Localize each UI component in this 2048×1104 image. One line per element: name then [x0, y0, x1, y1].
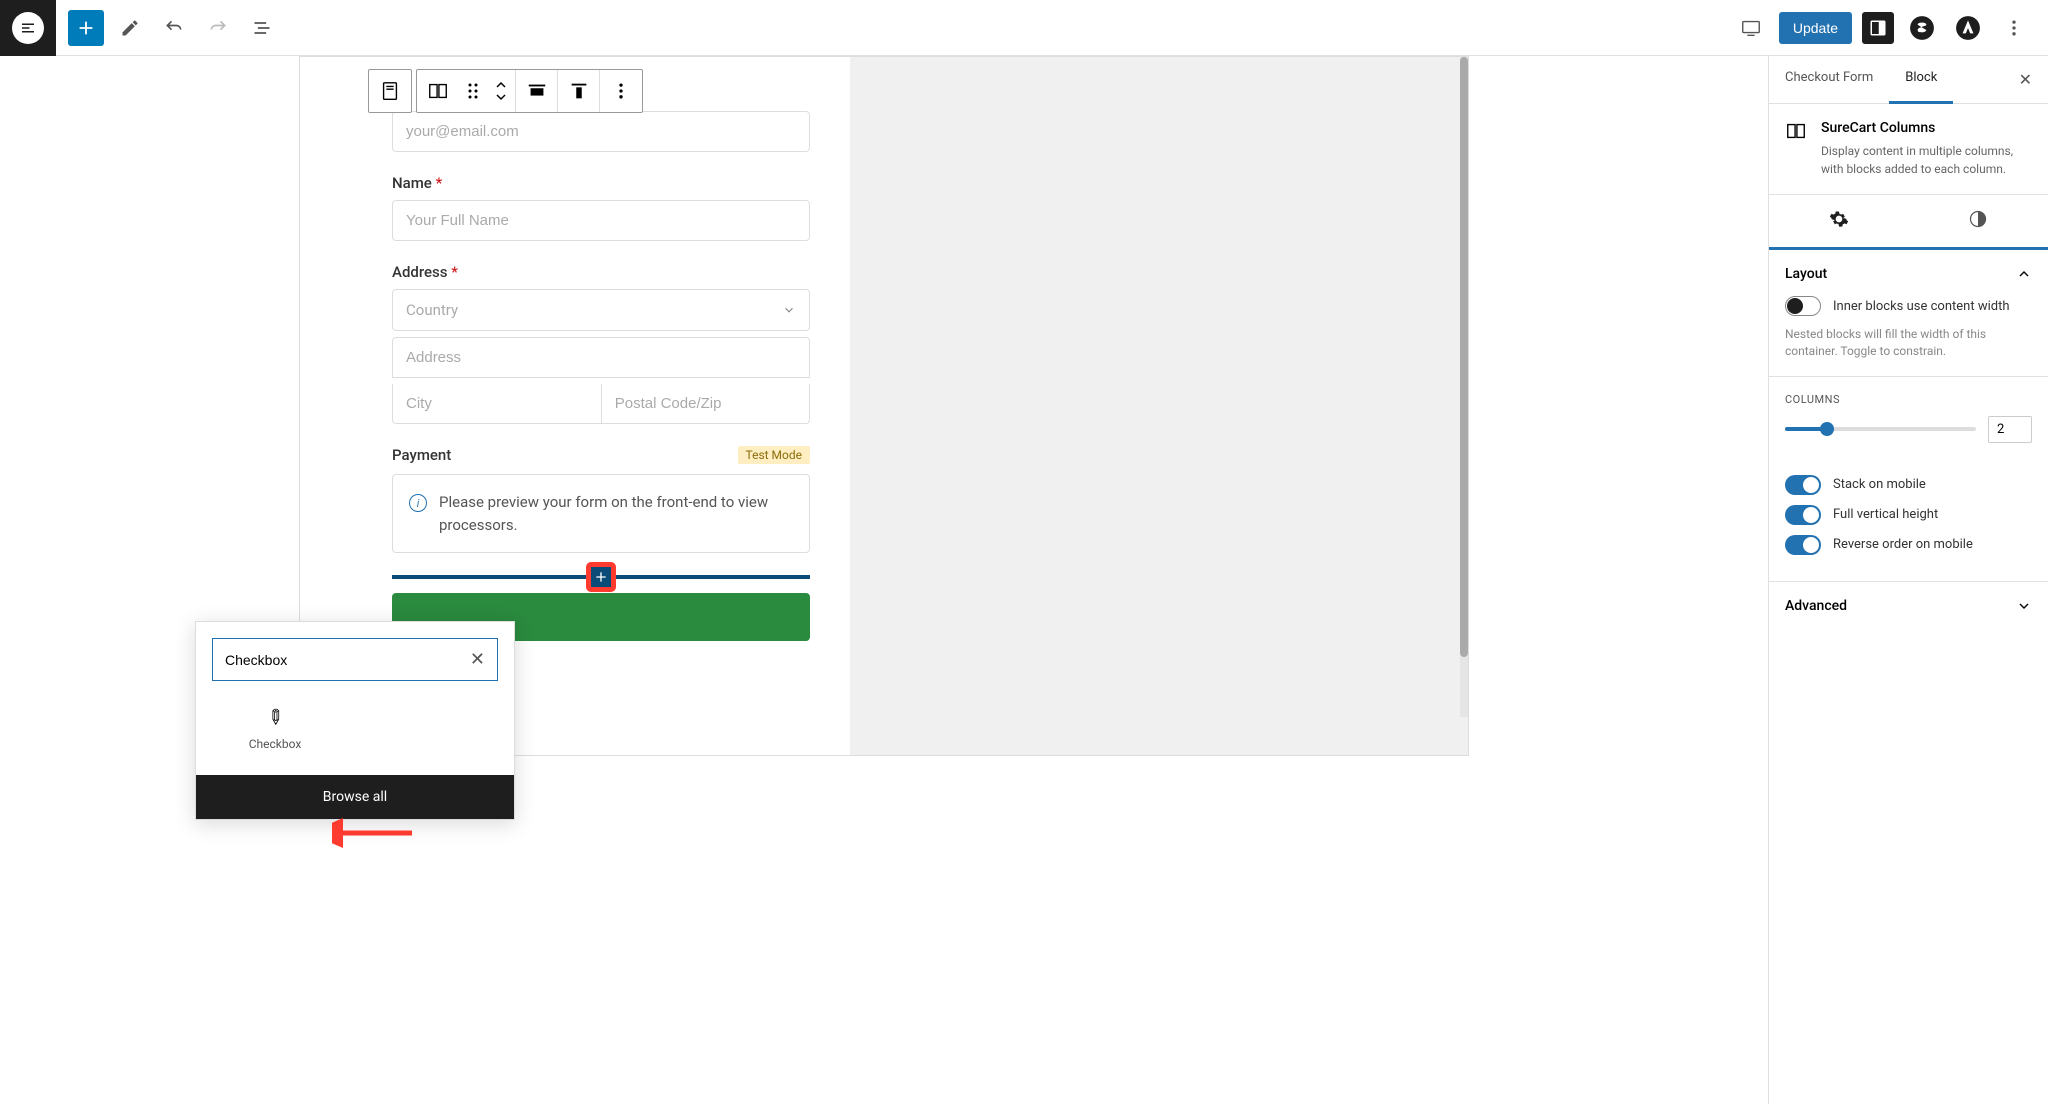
email-field[interactable] — [392, 111, 810, 152]
block-title: SureCart Columns — [1821, 120, 2032, 136]
settings-sidebar: Checkout Form Block ✕ SureCart Columns D… — [1768, 56, 2048, 1104]
settings-tab[interactable] — [1769, 195, 1909, 247]
drag-handle-icon[interactable] — [459, 70, 487, 112]
logo-icon — [12, 12, 44, 44]
block-description: Display content in multiple columns, wit… — [1821, 142, 2032, 178]
test-mode-badge: Test Mode — [738, 446, 811, 464]
tab-checkout-form[interactable]: Checkout Form — [1769, 56, 1889, 103]
update-button[interactable]: Update — [1779, 12, 1852, 44]
block-toolbar — [368, 69, 412, 113]
editor-area: Name * Address * Country — [0, 56, 1768, 1104]
clear-search-icon[interactable]: ✕ — [470, 649, 485, 670]
settings-toggle-button[interactable] — [1862, 12, 1894, 44]
plus-icon — [593, 569, 609, 585]
country-select[interactable]: Country — [392, 289, 810, 331]
block-result-checkbox[interactable]: ✎ Checkbox — [230, 705, 320, 751]
astra-icon[interactable] — [1950, 10, 1986, 46]
block-inserter-popover: ✕ ✎ Checkbox Browse all — [195, 621, 515, 820]
editor-scrollbar[interactable] — [1460, 57, 1468, 717]
columns-panel: COLUMNS 2 — [1769, 377, 2048, 459]
block-info-card: SureCart Columns Display content in mult… — [1769, 104, 2048, 195]
chevron-up-icon — [2016, 266, 2032, 282]
inner-width-toggle-row: Inner blocks use content width — [1785, 296, 2032, 316]
edit-icon[interactable] — [112, 10, 148, 46]
columns-slider[interactable] — [1785, 427, 1976, 431]
address-label: Address * — [392, 263, 810, 281]
inserter-search-input[interactable] — [225, 652, 470, 668]
columns-label: COLUMNS — [1785, 393, 2032, 406]
block-type-button[interactable] — [417, 70, 459, 112]
payment-label: Payment — [392, 446, 451, 464]
stack-label: Stack on mobile — [1833, 477, 1926, 492]
address-field-group: Address * Country — [392, 263, 810, 424]
toolbar-left — [56, 10, 280, 46]
toolbar-right: Update — [1733, 10, 2048, 46]
main-layout: Name * Address * Country — [0, 56, 2048, 1104]
email-field-group — [392, 111, 810, 152]
inner-width-help: Nested blocks will fill the width of thi… — [1785, 326, 2032, 360]
columns-slider-row: 2 — [1785, 416, 2032, 443]
annotation-arrow — [332, 818, 422, 848]
inserter-search[interactable]: ✕ — [212, 638, 498, 681]
block-options-icon[interactable] — [600, 70, 642, 112]
payment-section: Payment Test Mode i Please preview your … — [392, 446, 810, 553]
add-block-button[interactable] — [68, 10, 104, 46]
reverse-label: Reverse order on mobile — [1833, 537, 1973, 552]
name-label: Name * — [392, 174, 810, 192]
columns-value[interactable]: 2 — [1988, 416, 2032, 443]
vertical-align-button[interactable] — [558, 70, 600, 112]
toggles-panel: Stack on mobile Full vertical height Rev… — [1769, 459, 2048, 582]
options-icon[interactable] — [1996, 10, 2032, 46]
payment-info-text: Please preview your form on the front-en… — [439, 491, 793, 536]
reverse-toggle-row: Reverse order on mobile — [1785, 535, 2032, 555]
inner-width-toggle[interactable] — [1785, 296, 1821, 316]
chevron-down-icon — [2016, 598, 2032, 614]
surecart-icon[interactable] — [1904, 10, 1940, 46]
top-toolbar: Update — [0, 0, 2048, 56]
tab-block[interactable]: Block — [1889, 56, 1953, 104]
view-icon[interactable] — [1733, 10, 1769, 46]
reverse-toggle[interactable] — [1785, 535, 1821, 555]
undo-icon[interactable] — [156, 10, 192, 46]
full-height-toggle[interactable] — [1785, 505, 1821, 525]
block-parent-button[interactable] — [369, 70, 411, 112]
columns-icon — [1785, 120, 1807, 178]
browse-all-button[interactable]: Browse all — [196, 775, 514, 819]
info-icon: i — [409, 494, 427, 512]
full-height-label: Full vertical height — [1833, 507, 1938, 522]
zip-field[interactable] — [601, 384, 810, 424]
advanced-panel[interactable]: Advanced — [1769, 582, 2048, 630]
gear-icon — [1829, 209, 1849, 229]
block-inserter-line — [392, 575, 810, 579]
redo-icon[interactable] — [200, 10, 236, 46]
summary-column — [850, 57, 1468, 755]
chevron-down-icon — [782, 303, 796, 317]
name-field-group: Name * — [392, 174, 810, 241]
close-sidebar-icon[interactable]: ✕ — [2003, 56, 2048, 103]
layout-panel: Layout Inner blocks use content width Ne… — [1769, 250, 2048, 377]
inner-width-label: Inner blocks use content width — [1833, 299, 2010, 314]
sidebar-tabs: Checkout Form Block ✕ — [1769, 56, 2048, 104]
name-field[interactable] — [392, 200, 810, 241]
site-logo[interactable] — [0, 0, 56, 56]
country-placeholder: Country — [406, 301, 458, 319]
city-field[interactable] — [392, 384, 601, 424]
move-buttons[interactable] — [487, 70, 515, 112]
advanced-label: Advanced — [1785, 598, 1847, 614]
address-line-field[interactable] — [392, 337, 810, 378]
stack-toggle-row: Stack on mobile — [1785, 475, 2032, 495]
contrast-icon — [1968, 209, 1988, 229]
checkbox-block-icon: ✎ — [261, 703, 290, 732]
style-tabs — [1769, 195, 2048, 250]
inserter-button[interactable] — [588, 564, 614, 590]
payment-info-box: i Please preview your form on the front-… — [392, 474, 810, 553]
styles-tab[interactable] — [1909, 195, 2048, 250]
full-height-toggle-row: Full vertical height — [1785, 505, 2032, 525]
align-button[interactable] — [516, 70, 558, 112]
stack-toggle[interactable] — [1785, 475, 1821, 495]
block-toolbar-main — [416, 69, 643, 113]
block-result-label: Checkbox — [230, 737, 320, 751]
list-view-icon[interactable] — [244, 10, 280, 46]
layout-panel-header[interactable]: Layout — [1785, 266, 2032, 282]
